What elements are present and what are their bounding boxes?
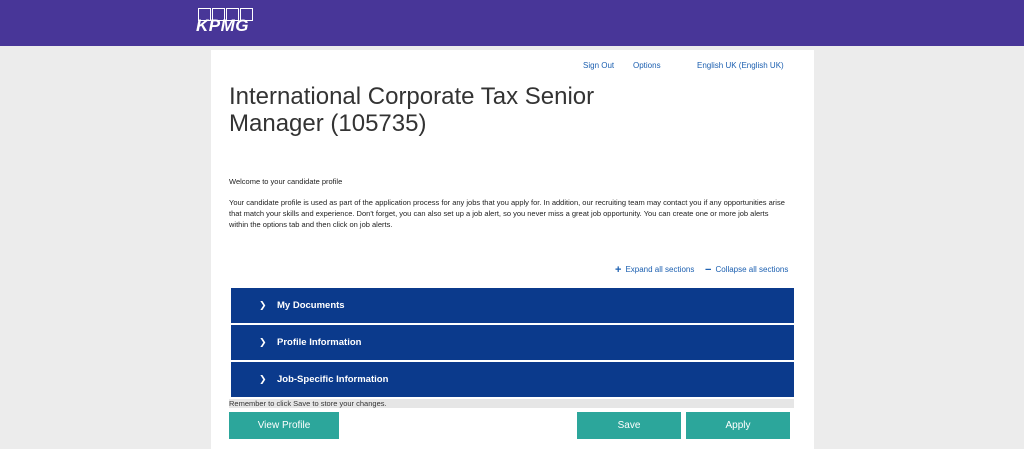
sign-out-link[interactable]: Sign Out xyxy=(583,61,614,70)
expand-all-button[interactable]: + Expand all sections xyxy=(615,263,695,276)
view-profile-button[interactable]: View Profile xyxy=(229,412,339,439)
welcome-text: Welcome to your candidate profile xyxy=(229,177,343,186)
section-profile-information[interactable]: ❯ Profile Information xyxy=(231,325,794,360)
language-selector[interactable]: English UK (English UK) xyxy=(697,61,784,70)
section-label: Profile Information xyxy=(277,337,362,348)
logo-text: KPMG xyxy=(196,16,249,35)
minus-icon: − xyxy=(705,263,712,276)
save-reminder: Remember to click Save to store your cha… xyxy=(229,399,794,408)
plus-icon: + xyxy=(615,263,622,276)
intro-paragraph: Your candidate profile is used as part o… xyxy=(229,198,785,229)
collapse-all-button[interactable]: − Collapse all sections xyxy=(705,263,789,276)
expand-all-label: Expand all sections xyxy=(625,265,695,274)
section-job-specific-information[interactable]: ❯ Job-Specific Information xyxy=(231,362,794,397)
apply-button[interactable]: Apply xyxy=(686,412,790,439)
collapse-all-label: Collapse all sections xyxy=(715,265,789,274)
top-banner: KPMG xyxy=(0,0,1024,46)
page-title: International Corporate Tax Senior Manag… xyxy=(229,83,595,137)
chevron-right-icon: ❯ xyxy=(259,300,267,310)
section-label: My Documents xyxy=(277,300,345,311)
save-button[interactable]: Save xyxy=(577,412,681,439)
kpmg-logo[interactable]: KPMG xyxy=(196,8,256,36)
section-label: Job-Specific Information xyxy=(277,374,389,385)
chevron-right-icon: ❯ xyxy=(259,337,267,347)
candidate-profile-card: Sign Out Options English UK (English UK)… xyxy=(211,50,814,449)
section-my-documents[interactable]: ❯ My Documents xyxy=(231,288,794,323)
options-link[interactable]: Options xyxy=(633,61,661,70)
chevron-right-icon: ❯ xyxy=(259,374,267,384)
